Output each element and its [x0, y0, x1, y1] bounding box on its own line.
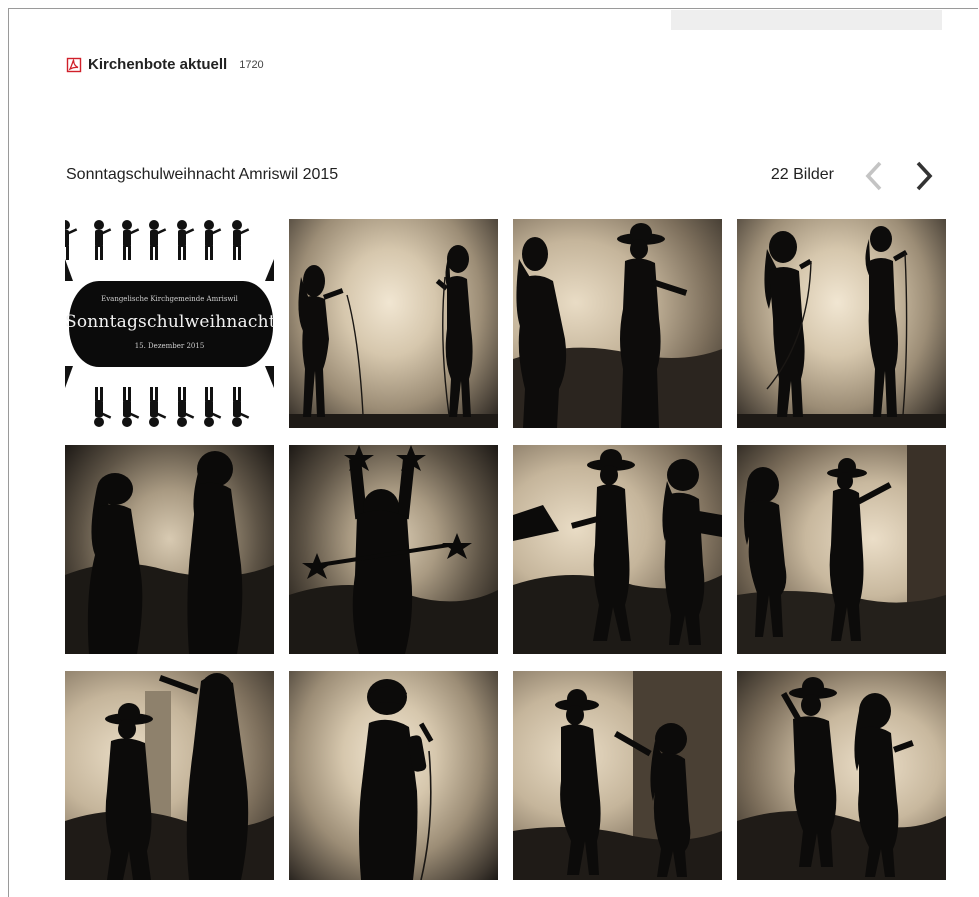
- chevron-left-icon: [865, 161, 882, 191]
- gallery-thumbnail[interactable]: [289, 219, 498, 428]
- photo-silhouettes: [737, 445, 946, 654]
- photo-silhouettes: [289, 245, 498, 428]
- photo-silhouettes: [359, 679, 434, 880]
- photo-silhouettes: [737, 226, 946, 428]
- file-download-count: 1720: [239, 58, 264, 71]
- top-search-bar[interactable]: [671, 10, 942, 30]
- photo-silhouettes: [513, 671, 722, 880]
- photo-silhouettes: [289, 445, 498, 654]
- gallery-next-button[interactable]: [910, 160, 938, 192]
- gallery-thumbnail[interactable]: [289, 671, 498, 880]
- gallery-thumbnail[interactable]: [737, 671, 946, 880]
- cover-date: 15. Dezember 2015: [134, 342, 205, 350]
- gallery-prev-button[interactable]: [860, 160, 888, 192]
- gallery-thumbnail[interactable]: [513, 219, 722, 428]
- photo-silhouettes: [65, 451, 274, 654]
- gallery-thumbnail[interactable]: [65, 445, 274, 654]
- gallery-thumbnail[interactable]: [737, 445, 946, 654]
- gallery-thumbnail[interactable]: [513, 445, 722, 654]
- photo-silhouettes: [513, 449, 722, 654]
- gallery-header: Sonntagschulweihnacht Amriswil 2015 22 B…: [66, 160, 946, 192]
- gallery-thumbnail[interactable]: [65, 671, 274, 880]
- gallery-thumbnail[interactable]: Evangelische Kirchgemeinde Amriswil Sonn…: [65, 219, 274, 428]
- gallery-thumbnail[interactable]: [513, 671, 722, 880]
- gallery-image-count: 22 Bilder: [770, 166, 834, 183]
- photo-silhouettes: [513, 223, 722, 428]
- file-link-label: Kirchenbote aktuell: [88, 56, 228, 73]
- photo-silhouettes: [737, 677, 946, 880]
- gallery-thumbnail[interactable]: [737, 219, 946, 428]
- gallery-thumbnail[interactable]: [289, 445, 498, 654]
- cover-title: Sonntagschulweihnacht: [65, 312, 274, 332]
- pdf-icon: [66, 57, 82, 72]
- photo-silhouettes: [65, 673, 274, 880]
- file-link-kirchenbote[interactable]: Kirchenbote aktuell 1720: [66, 56, 264, 73]
- gallery-grid: Evangelische Kirchgemeinde Amriswil Sonn…: [65, 219, 946, 880]
- gallery-title: Sonntagschulweihnacht Amriswil 2015: [66, 166, 339, 183]
- cover-organization: Evangelische Kirchgemeinde Amriswil: [101, 295, 238, 303]
- chevron-right-icon: [916, 161, 933, 191]
